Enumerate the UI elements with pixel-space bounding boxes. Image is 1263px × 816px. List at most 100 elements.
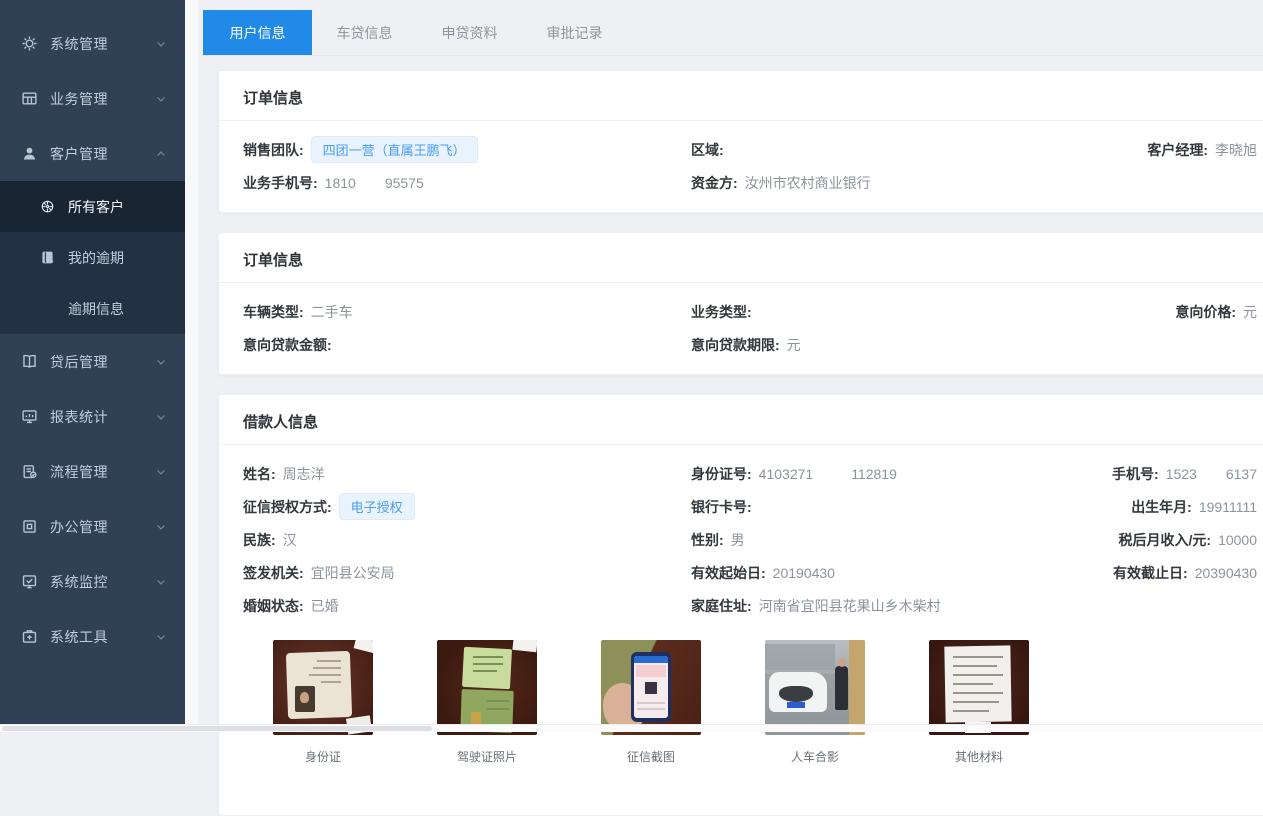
field-funder: 资金方: 汝州市农村商业银行 — [691, 173, 1257, 193]
sales-team-tag[interactable]: 四团一营（直属王鹏飞） — [311, 136, 478, 163]
gear-icon — [20, 35, 38, 53]
photo-caption: 征信截图 — [627, 748, 675, 765]
order-info-card-1: 订单信息 销售团队: 四团一营（直属王鹏飞） 区域: 客户经理: 李晓旭 — [218, 70, 1263, 213]
field-home-address: 家庭住址: 河南省宜阳县花果山乡木柴村 — [691, 596, 1257, 616]
sidebar-item-label: 流程管理 — [50, 462, 155, 482]
tab-approval-records[interactable]: 审批记录 — [522, 10, 627, 55]
chevron-down-icon — [155, 466, 167, 478]
sidebar-item-label: 办公管理 — [50, 517, 155, 537]
sidebar-item-label: 报表统计 — [50, 407, 155, 427]
field-valid-from: 有效起始日: 20190430 — [691, 563, 1113, 583]
field-mobile: 手机号: 15236137 — [1112, 464, 1257, 484]
divider — [219, 120, 1263, 121]
photo-other-documents[interactable] — [929, 640, 1029, 735]
photo-id-card[interactable] — [273, 640, 373, 735]
field-marital-status: 婚姻状态: 已婚 — [243, 596, 691, 616]
field-intended-loan-term: 意向贷款期限: 元 — [691, 335, 1257, 355]
chevron-down-icon — [155, 631, 167, 643]
field-sales-team: 销售团队: 四团一营（直属王鹏飞） — [243, 136, 691, 163]
field-valid-to: 有效截止日: 20390430 — [1113, 563, 1257, 583]
sidebar-item-label: 客户管理 — [50, 144, 155, 164]
field-intended-loan-amount: 意向贷款金额: — [243, 335, 691, 355]
chevron-down-icon — [155, 356, 167, 368]
sidebar: 系统管理 业务管理 客户管理 所有客户 我的逾期 逾期信息 — [0, 0, 185, 732]
sidebar-item-report-statistics[interactable]: 报表统计 — [0, 389, 185, 444]
field-birth-date: 出生年月: 19911111 — [1131, 497, 1257, 517]
card-title: 借款人信息 — [219, 395, 1263, 444]
card-title: 订单信息 — [219, 233, 1263, 282]
square-icon — [20, 518, 38, 536]
sidebar-item-postloan-management[interactable]: 贷后管理 — [0, 334, 185, 389]
redaction-box — [357, 175, 384, 191]
sidebar-item-label: 我的逾期 — [68, 248, 124, 268]
detail-tabbar: 用户信息 车贷信息 申贷资料 审批记录 — [203, 10, 1263, 56]
photo-caption: 人车合影 — [791, 748, 839, 765]
chevron-up-icon — [155, 148, 167, 160]
field-vehicle-type: 车辆类型: 二手车 — [243, 302, 691, 322]
open-book-icon — [20, 353, 38, 371]
photo-caption: 其他材料 — [955, 748, 1003, 765]
sidebar-item-process-management[interactable]: 流程管理 — [0, 444, 185, 499]
sidebar-item-label: 所有客户 — [68, 197, 124, 217]
user-icon — [20, 145, 38, 163]
notebook-icon — [40, 250, 56, 266]
main-content: 用户信息 车贷信息 申贷资料 审批记录 订单信息 销售团队: 四团一营（直属王鹏… — [198, 0, 1263, 732]
tab-car-loan-info[interactable]: 车贷信息 — [312, 10, 417, 55]
sidebar-item-system-tools[interactable]: 系统工具 — [0, 609, 185, 664]
horizontal-scrollbar[interactable] — [0, 724, 1263, 732]
borrower-info-card: 借款人信息 姓名: 周志洋 身份证号: 4103271112819 手机号: 1… — [218, 394, 1263, 816]
order-info-card-2: 订单信息 车辆类型: 二手车 业务类型: 意向价格: 元 意向贷款金额 — [218, 232, 1263, 375]
document-icon — [20, 463, 38, 481]
field-intended-price: 意向价格: 元 — [1175, 302, 1257, 322]
redaction-box — [1198, 466, 1225, 482]
credit-auth-tag: 电子授权 — [339, 493, 415, 520]
monitor-icon — [20, 408, 38, 426]
sidebar-item-system-monitor[interactable]: 系统监控 — [0, 554, 185, 609]
photo-caption: 驾驶证照片 — [457, 748, 517, 765]
table-icon — [20, 90, 38, 108]
field-business-phone: 业务手机号: 181095575 — [243, 173, 691, 193]
chevron-down-icon — [155, 576, 167, 588]
scrollbar-thumb[interactable] — [2, 726, 432, 731]
field-monthly-income: 税后月收入/元: 10000 — [1119, 530, 1258, 550]
chevron-down-icon — [155, 38, 167, 50]
field-id-number: 身份证号: 4103271112819 — [691, 464, 1112, 484]
field-credit-auth: 征信授权方式: 电子授权 — [243, 493, 691, 520]
divider — [219, 282, 1263, 283]
divider — [219, 444, 1263, 445]
field-gender: 性别: 男 — [691, 530, 1119, 550]
sidebar-item-label: 贷后管理 — [50, 352, 155, 372]
sidebar-item-my-overdue[interactable]: 我的逾期 — [0, 232, 185, 283]
sidebar-item-label: 业务管理 — [50, 89, 155, 109]
wheel-icon — [40, 199, 56, 215]
chevron-down-icon — [155, 411, 167, 423]
card-title: 订单信息 — [219, 71, 1263, 120]
chevron-down-icon — [155, 93, 167, 105]
field-region: 区域: — [691, 140, 1147, 160]
customer-management-submenu: 所有客户 我的逾期 逾期信息 — [0, 181, 185, 334]
sidebar-item-overdue-info[interactable]: 逾期信息 — [0, 283, 185, 334]
redaction-box — [814, 466, 850, 482]
sidebar-item-label: 系统工具 — [50, 627, 155, 647]
sidebar-item-office-management[interactable]: 办公管理 — [0, 499, 185, 554]
sidebar-item-system-management[interactable]: 系统管理 — [0, 16, 185, 71]
sidebar-content-gap — [185, 0, 199, 732]
sidebar-item-label: 逾期信息 — [68, 299, 124, 319]
photo-caption: 身份证 — [305, 748, 341, 765]
sidebar-item-label: 系统监控 — [50, 572, 155, 592]
tab-user-info[interactable]: 用户信息 — [203, 10, 312, 55]
toolbox-icon — [20, 628, 38, 646]
chevron-down-icon — [155, 521, 167, 533]
sidebar-item-all-customers[interactable]: 所有客户 — [0, 181, 185, 232]
field-bank-card: 银行卡号: — [691, 497, 1131, 517]
sidebar-item-customer-management[interactable]: 客户管理 — [0, 126, 185, 181]
tab-loan-application-docs[interactable]: 申贷资料 — [417, 10, 522, 55]
photo-person-with-car[interactable] — [765, 640, 865, 735]
field-account-manager: 客户经理: 李晓旭 — [1147, 140, 1257, 160]
sidebar-item-business-management[interactable]: 业务管理 — [0, 71, 185, 126]
photo-row: 身份证 驾驶证照片 — [219, 636, 1263, 765]
photo-credit-auth-screenshot[interactable] — [601, 640, 701, 735]
field-name: 姓名: 周志洋 — [243, 464, 691, 484]
photo-driver-license[interactable] — [437, 640, 537, 735]
sidebar-item-label: 系统管理 — [50, 34, 155, 54]
